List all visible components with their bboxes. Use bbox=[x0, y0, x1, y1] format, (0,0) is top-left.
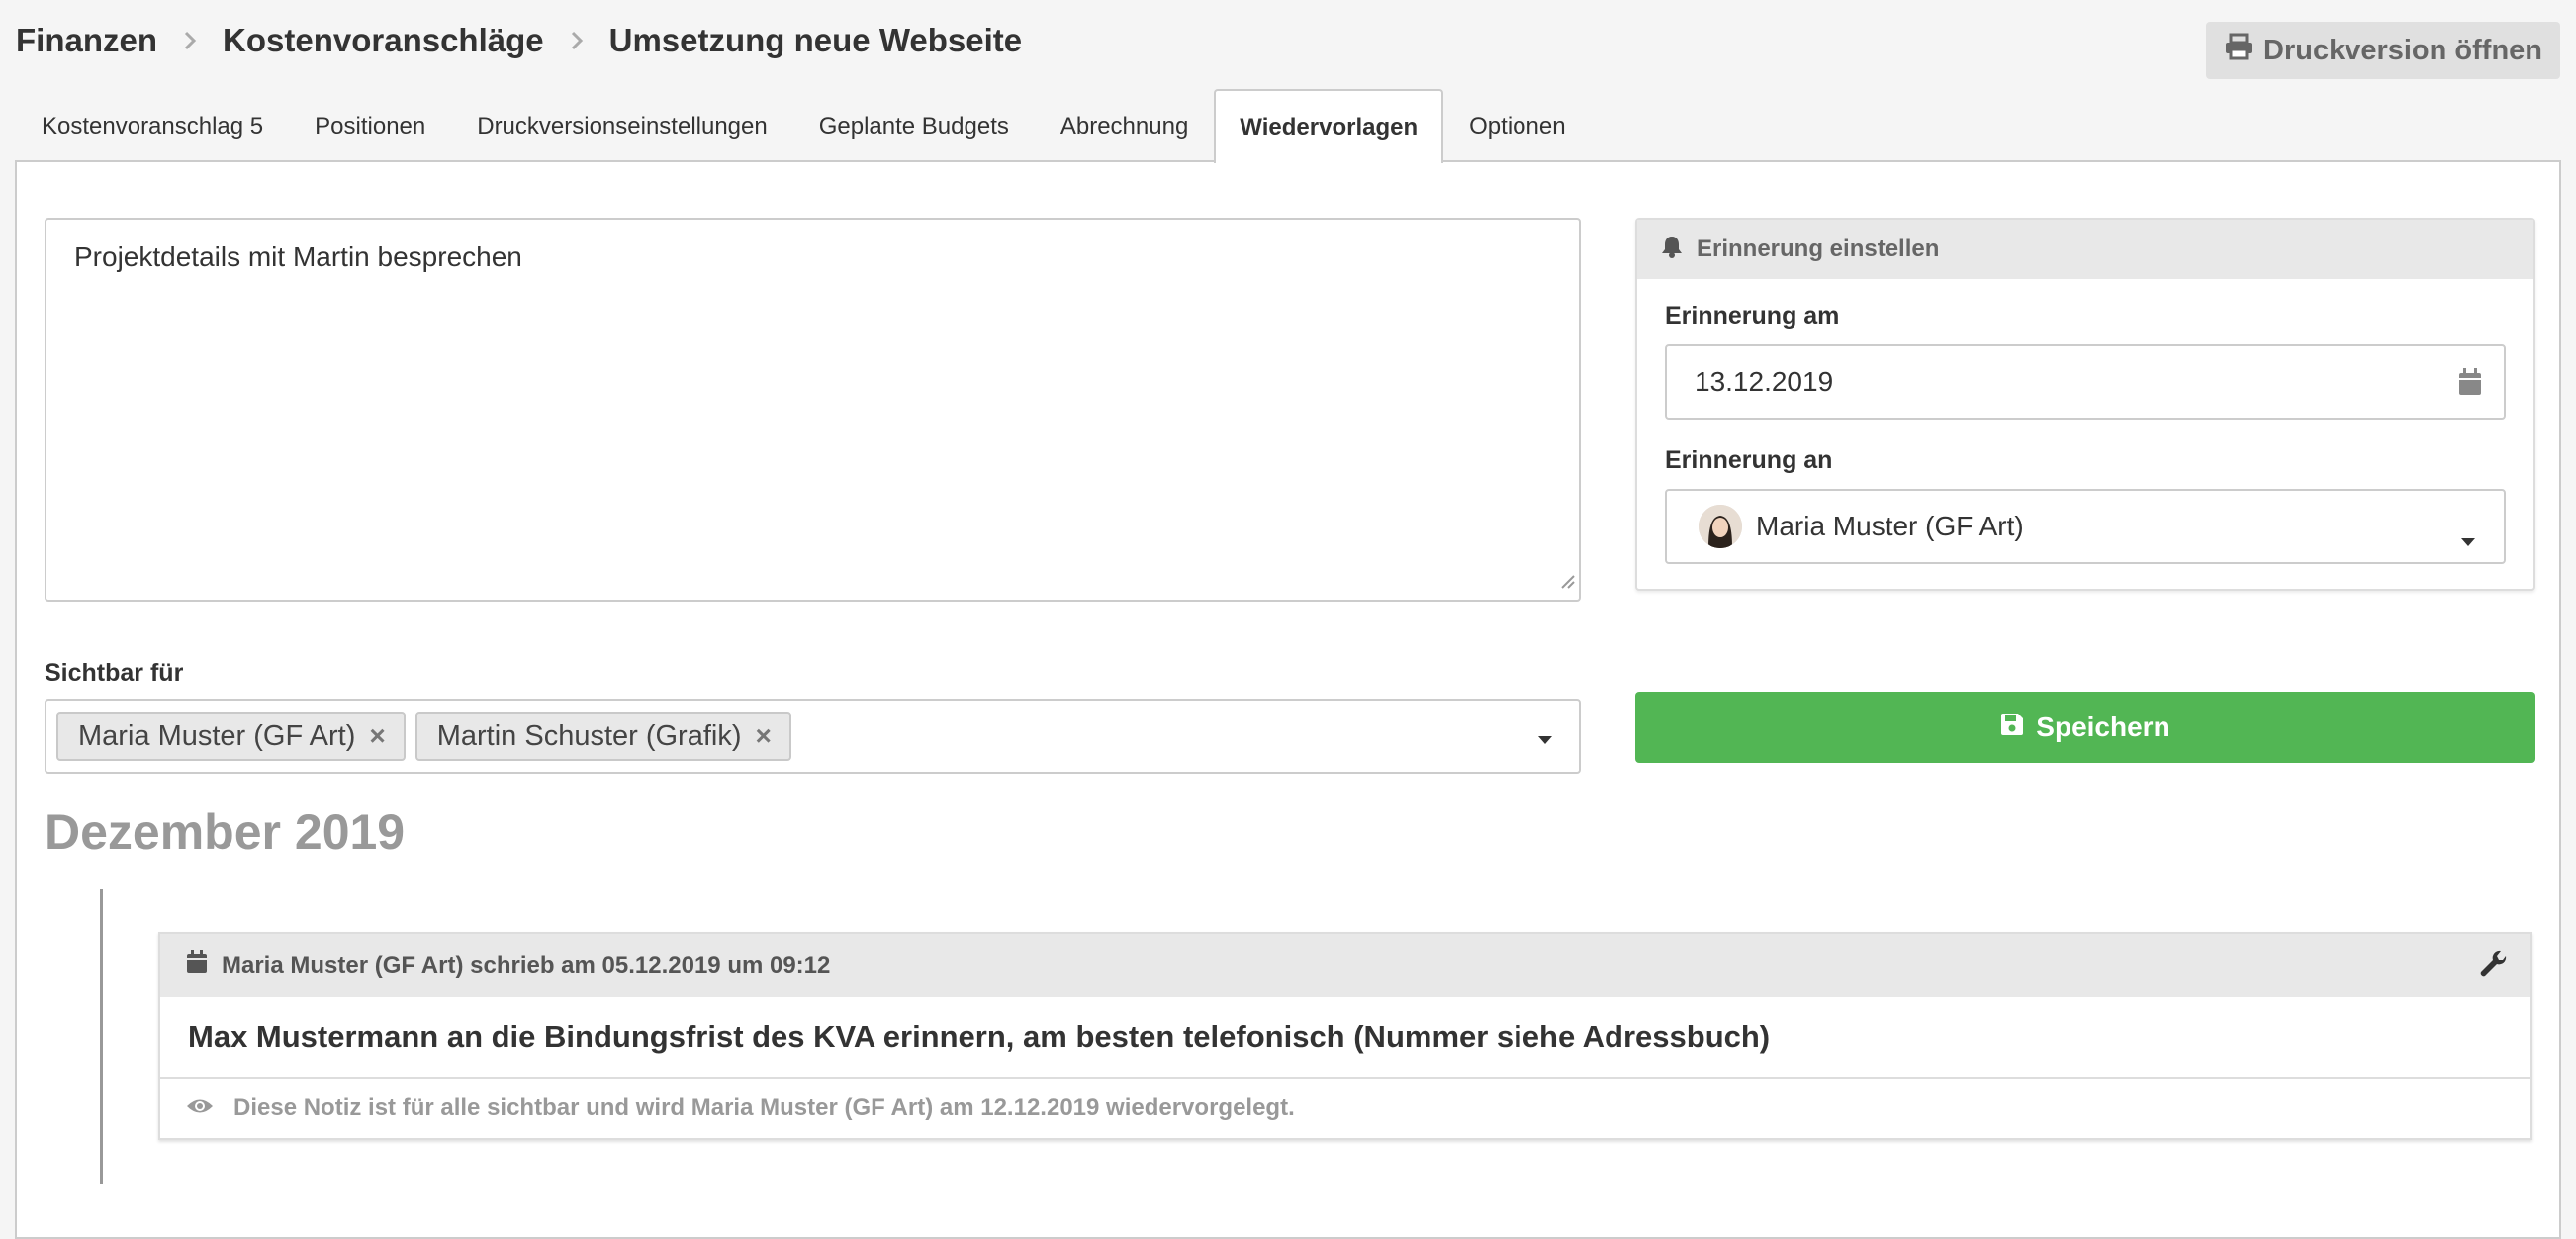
tab-geplante-budgets[interactable]: Geplante Budgets bbox=[793, 89, 1035, 161]
tab-bar: Kostenvoranschlag 5 Positionen Druckvers… bbox=[16, 89, 1592, 163]
eye-icon bbox=[186, 1095, 214, 1122]
note-textarea[interactable]: Projektdetails mit Martin besprechen bbox=[45, 218, 1581, 602]
save-button-label: Speichern bbox=[2036, 712, 2170, 742]
month-heading: Dezember 2019 bbox=[45, 805, 406, 860]
breadcrumb-item-finanzen[interactable]: Finanzen bbox=[16, 22, 157, 59]
tab-druckversionseinstellungen[interactable]: Druckversionseinstellungen bbox=[451, 89, 792, 161]
tag-label: Maria Muster (GF Art) bbox=[78, 719, 356, 752]
reminder-person-label: Erinnerung an bbox=[1665, 446, 1833, 474]
entry-meta: Maria Muster (GF Art) schrieb am 05.12.2… bbox=[222, 951, 831, 979]
entry-footer: Diese Notiz ist für alle sichtbar und wi… bbox=[160, 1079, 2530, 1138]
tab-abrechnung[interactable]: Abrechnung bbox=[1035, 89, 1214, 161]
chevron-right-icon bbox=[183, 30, 197, 51]
breadcrumb-item-kostenvoranschlaege[interactable]: Kostenvoranschläge bbox=[223, 22, 544, 59]
reminder-date-input[interactable]: 13.12.2019 bbox=[1665, 344, 2506, 420]
reminder-header: Erinnerung einstellen bbox=[1637, 220, 2533, 279]
remove-tag-icon[interactable]: × bbox=[756, 720, 772, 752]
caret-down-icon[interactable] bbox=[1537, 732, 1553, 750]
calendar-icon bbox=[186, 950, 208, 981]
entry-text: Max Mustermann an die Bindungsfrist des … bbox=[160, 997, 2530, 1079]
print-button-label: Druckversion öffnen bbox=[2263, 34, 2542, 66]
remove-tag-icon[interactable]: × bbox=[369, 720, 385, 752]
bell-icon bbox=[1661, 235, 1683, 265]
tag-label: Martin Schuster (Grafik) bbox=[436, 719, 742, 752]
visible-for-tag: Maria Muster (GF Art) × bbox=[56, 712, 406, 761]
visible-for-tag: Martin Schuster (Grafik) × bbox=[414, 712, 791, 761]
timeline-entry: Maria Muster (GF Art) schrieb am 05.12.2… bbox=[158, 932, 2532, 1140]
tab-positionen[interactable]: Positionen bbox=[289, 89, 451, 161]
avatar bbox=[1699, 505, 1742, 548]
visibility-note: Diese Notiz ist für alle sichtbar und wi… bbox=[233, 1095, 1295, 1121]
open-print-version-button[interactable]: Druckversion öffnen bbox=[2206, 22, 2560, 79]
calendar-icon[interactable] bbox=[2458, 368, 2482, 403]
tab-wiedervorlagen[interactable]: Wiedervorlagen bbox=[1214, 89, 1444, 163]
breadcrumb-item-current: Umsetzung neue Webseite bbox=[608, 22, 1023, 58]
timeline-line bbox=[100, 889, 103, 1184]
visible-for-label: Sichtbar für bbox=[45, 659, 184, 687]
tab-optionen[interactable]: Optionen bbox=[1443, 89, 1591, 161]
resize-handle-icon[interactable] bbox=[1559, 564, 1575, 596]
chevron-right-icon bbox=[570, 30, 584, 51]
reminder-panel: Erinnerung einstellen Erinnerung am 13.1… bbox=[1635, 218, 2535, 591]
reminder-title: Erinnerung einstellen bbox=[1697, 236, 1940, 262]
print-icon bbox=[2224, 33, 2254, 68]
reminder-date-value: 13.12.2019 bbox=[1695, 366, 1834, 397]
reminder-person-value: Maria Muster (GF Art) bbox=[1756, 511, 2024, 541]
tab-content-panel: Projektdetails mit Martin besprechen Sic… bbox=[15, 160, 2561, 1239]
breadcrumb: Finanzen Kostenvoranschläge Umsetzung ne… bbox=[16, 22, 1022, 59]
tab-kostenvoranschlag[interactable]: Kostenvoranschlag 5 bbox=[16, 89, 289, 161]
reminder-date-label: Erinnerung am bbox=[1665, 302, 1840, 330]
reminder-person-select[interactable]: Maria Muster (GF Art) bbox=[1665, 489, 2506, 564]
save-button[interactable]: Speichern bbox=[1635, 692, 2535, 763]
wrench-icon[interactable] bbox=[2479, 950, 2509, 987]
note-text: Projektdetails mit Martin besprechen bbox=[74, 241, 522, 272]
floppy-disk-icon bbox=[2000, 712, 2024, 743]
entry-header: Maria Muster (GF Art) schrieb am 05.12.2… bbox=[160, 934, 2530, 997]
caret-down-icon[interactable] bbox=[2460, 523, 2476, 554]
visible-for-multiselect[interactable]: Maria Muster (GF Art) × Martin Schuster … bbox=[45, 699, 1581, 774]
